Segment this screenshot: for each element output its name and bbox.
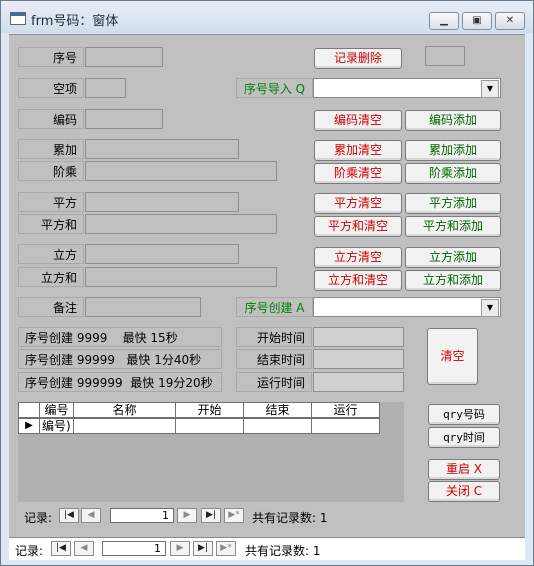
clear-button[interactable]: 清空 [427, 328, 478, 385]
subform-grid: 编号 名称 开始 结束 运行 ▶ 编号) [18, 402, 404, 502]
last-record-icon[interactable]: ▶| [201, 508, 221, 523]
next-record-icon[interactable]: ▶ [170, 541, 190, 556]
create-stat-9999: 序号创建 9999 最快 15秒 [18, 327, 222, 347]
start-time-field[interactable] [313, 327, 404, 347]
start-time-label: 开始时间 [236, 327, 312, 347]
record-count: 共有记录数: 1 [245, 544, 321, 558]
last-record-icon[interactable]: ▶| [193, 541, 213, 556]
cell-start[interactable] [175, 418, 244, 434]
sq-clear-button[interactable]: 平方清空 [314, 193, 402, 214]
record-number[interactable]: 1 [102, 541, 166, 556]
prev-record-icon[interactable]: ◀ [74, 541, 94, 556]
record-label: 记录: [15, 544, 44, 558]
beizhu-field[interactable] [85, 297, 201, 317]
first-record-icon[interactable]: |◀ [59, 508, 79, 523]
subform-record-number[interactable]: 1 [110, 508, 174, 523]
first-record-icon[interactable]: |◀ [51, 541, 71, 556]
fac-add-button[interactable]: 阶乘添加 [405, 163, 501, 184]
chevron-down-icon[interactable]: ▼ [481, 80, 499, 98]
col-header-id[interactable]: 编号 [39, 402, 74, 418]
cell-run[interactable] [311, 418, 380, 434]
subform-navigation: 记录: |◀ ◀ 1 ▶ ▶| ▶* 共有记录数: 1 [18, 505, 404, 527]
prev-record-icon[interactable]: ◀ [81, 508, 101, 523]
qry-code-button[interactable]: qry号码 [428, 404, 500, 425]
subform-record-label: 记录: [24, 511, 53, 525]
close-button[interactable]: 关闭 C [428, 481, 500, 502]
create-stat-999999: 序号创建 999999 最快 19分20秒 [18, 372, 222, 392]
row-selector[interactable]: ▶ [18, 418, 40, 434]
cell-end[interactable] [243, 418, 312, 434]
cube-clear-button[interactable]: 立方清空 [314, 247, 402, 268]
row-selector-header [18, 402, 40, 418]
jiecheng-field[interactable] [85, 161, 277, 181]
count-field[interactable] [425, 46, 465, 66]
subform-record-count: 共有记录数: 1 [252, 511, 328, 525]
record-navigation: 记录: |◀ ◀ 1 ▶ ▶| ▶* 共有记录数: 1 [9, 537, 525, 560]
lifanghe-label: 立方和 [18, 267, 84, 287]
col-header-start[interactable]: 开始 [175, 402, 244, 418]
lifang-label: 立方 [18, 244, 84, 264]
cell-id[interactable]: 编号) [39, 418, 74, 434]
cube-add-button[interactable]: 立方添加 [405, 247, 501, 268]
kongxiang-field[interactable] [85, 78, 126, 98]
minimize-button[interactable]: ▁ [429, 12, 459, 30]
next-record-icon[interactable]: ▶ [177, 508, 197, 523]
qry-time-button[interactable]: qry时间 [428, 427, 500, 448]
run-time-label: 运行时间 [236, 372, 312, 392]
window-title: frm号码：窗体 [31, 14, 119, 29]
code-clear-button[interactable]: 编码清空 [314, 110, 402, 131]
leijia-label: 累加 [18, 139, 84, 159]
cubesum-add-button[interactable]: 立方和添加 [405, 270, 501, 291]
fac-clear-button[interactable]: 阶乘清空 [314, 163, 402, 184]
acc-add-button[interactable]: 累加添加 [405, 140, 501, 161]
code-add-button[interactable]: 编码添加 [405, 110, 501, 131]
col-header-end[interactable]: 结束 [243, 402, 312, 418]
form-window: frm号码：窗体 ▁ ▣ ✕ 序号 记录删除 空项 序号导入 Q ▼ 编码 编码… [0, 0, 534, 566]
jiecheng-label: 阶乘 [18, 161, 84, 181]
bianma-label: 编码 [18, 109, 84, 129]
col-header-run[interactable]: 运行 [311, 402, 380, 418]
xuhao-field[interactable] [85, 47, 163, 67]
create-label: 序号创建 A [236, 297, 313, 317]
pingfanghe-field[interactable] [85, 214, 277, 234]
end-time-label: 结束时间 [236, 349, 312, 369]
acc-clear-button[interactable]: 累加清空 [314, 140, 402, 161]
run-time-field[interactable] [313, 372, 404, 392]
kongxiang-label: 空项 [18, 78, 84, 98]
sqsum-add-button[interactable]: 平方和添加 [405, 216, 501, 237]
pingfang-label: 平方 [18, 192, 84, 212]
beizhu-label: 备注 [18, 297, 84, 317]
xuhao-label: 序号 [18, 47, 84, 67]
form-body: 序号 记录删除 空项 序号导入 Q ▼ 编码 编码清空 编码添加 累加 阶乘 累… [9, 34, 525, 538]
record-delete-button[interactable]: 记录删除 [314, 48, 402, 69]
close-window-button[interactable]: ✕ [495, 12, 525, 30]
restore-button[interactable]: ▣ [462, 12, 492, 30]
create-stat-99999: 序号创建 99999 最快 1分40秒 [18, 349, 222, 369]
lifanghe-field[interactable] [85, 267, 277, 287]
import-label: 序号导入 Q [236, 78, 313, 98]
sq-add-button[interactable]: 平方添加 [405, 193, 501, 214]
bianma-field[interactable] [85, 109, 163, 129]
new-record-icon[interactable]: ▶* [224, 508, 244, 523]
end-time-field[interactable] [313, 349, 404, 369]
leijia-field[interactable] [85, 139, 239, 159]
form-icon [10, 12, 26, 25]
cubesum-clear-button[interactable]: 立方和清空 [314, 270, 402, 291]
title-bar: frm号码：窗体 ▁ ▣ ✕ [1, 1, 533, 33]
restart-button[interactable]: 重启 X [428, 459, 500, 480]
pingfang-field[interactable] [85, 192, 239, 212]
lifang-field[interactable] [85, 244, 239, 264]
import-combo[interactable]: ▼ [313, 78, 501, 98]
sqsum-clear-button[interactable]: 平方和清空 [314, 216, 402, 237]
chevron-down-icon[interactable]: ▼ [481, 299, 499, 317]
new-record-icon[interactable]: ▶* [216, 541, 236, 556]
col-header-name[interactable]: 名称 [73, 402, 176, 418]
cell-name[interactable] [73, 418, 176, 434]
create-combo[interactable]: ▼ [313, 297, 501, 317]
pingfanghe-label: 平方和 [18, 214, 84, 234]
